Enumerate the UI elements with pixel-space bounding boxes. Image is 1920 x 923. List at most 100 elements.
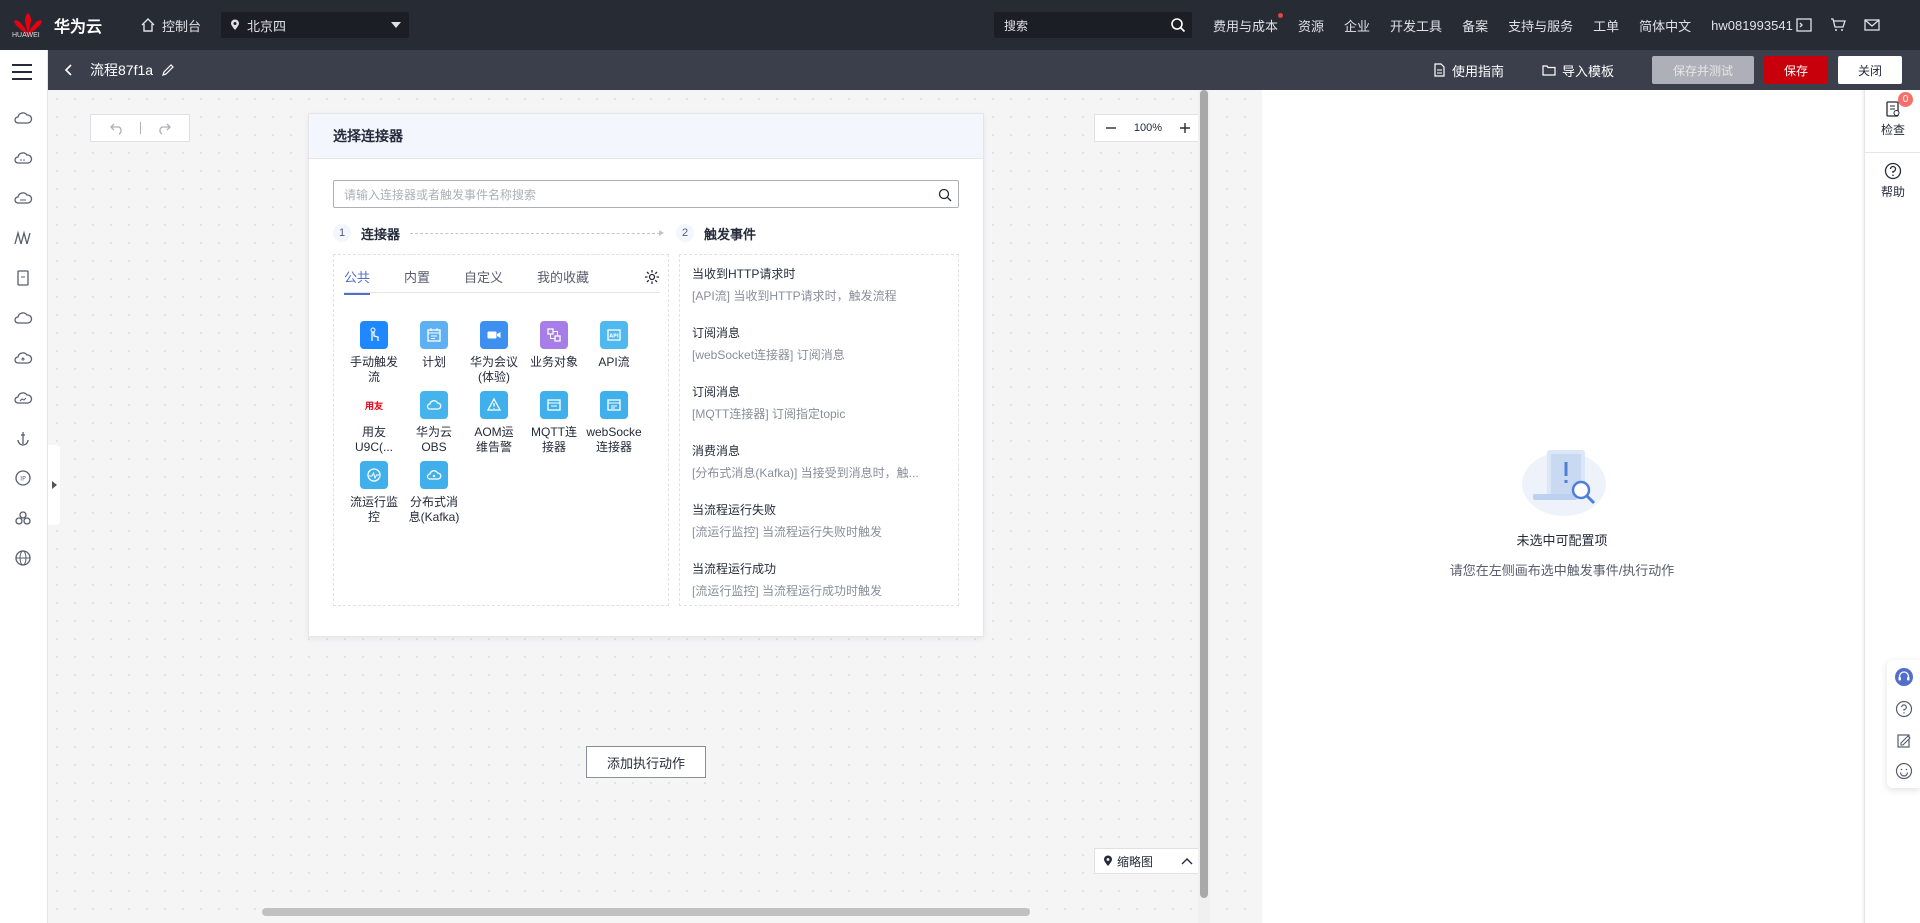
- event-item-flow-succeeded[interactable]: 当流程运行成功 [流运行监控] 当流程运行成功时触发: [692, 560, 948, 599]
- step-arrow: [410, 229, 665, 236]
- right-tool-strip: 0 检查 帮助: [1864, 90, 1920, 923]
- canvas-vertical-scrollbar[interactable]: [1198, 90, 1210, 923]
- nav-link-language[interactable]: 简体中文: [1639, 16, 1691, 35]
- event-item-kafka-consume[interactable]: 消费消息 [分布式消息(Kafka)] 当接受到消息时，触...: [692, 442, 948, 481]
- minimap-label: 缩略图: [1117, 854, 1154, 869]
- scroll-thumb[interactable]: [262, 908, 1030, 916]
- tab-custom[interactable]: 自定义: [464, 259, 503, 294]
- divider: [1865, 152, 1920, 153]
- gear-icon[interactable]: [644, 269, 660, 285]
- connector-flow-monitor[interactable]: 流运行监 控: [346, 461, 402, 525]
- region-selector[interactable]: 北京四: [221, 12, 410, 38]
- connector-aom-alarm[interactable]: AOM运 维告警: [466, 391, 522, 455]
- bridge-icon[interactable]: [13, 228, 33, 248]
- connector-huawei-meeting[interactable]: 华为会议 (体验): [466, 321, 522, 385]
- cloud-compute-icon[interactable]: [13, 148, 33, 168]
- close-button[interactable]: 关闭: [1838, 56, 1902, 84]
- tab-builtin[interactable]: 内置: [404, 259, 430, 294]
- event-title: 消费消息: [692, 444, 741, 458]
- event-item-websocket-subscribe[interactable]: 订阅消息 [webSocket连接器] 订阅消息: [692, 324, 948, 363]
- nav-link-billing[interactable]: 费用与成本: [1213, 12, 1284, 35]
- nav-link-support[interactable]: 支持与服务: [1508, 16, 1573, 35]
- mail-icon[interactable]: [1864, 18, 1880, 32]
- event-item-mqtt-subscribe[interactable]: 订阅消息 [MQTT连接器] 订阅指定topic: [692, 383, 948, 422]
- huawei-cloud-logo[interactable]: 华为云 HUAWEI: [0, 9, 140, 41]
- cloud-upload-icon[interactable]: [13, 348, 33, 368]
- save-button[interactable]: 保存: [1764, 56, 1828, 84]
- connector-huawei-obs[interactable]: 华为云 OBS: [406, 391, 462, 455]
- top-nav: 华为云 HUAWEI 控制台 北京四 搜索 费用与成本 资源 企业 开发工具 备…: [0, 0, 1920, 50]
- flow-editor-header: 流程87f1a 使用指南 导入模板 保存并测试 保存 关闭: [48, 50, 1920, 90]
- event-item-http-request[interactable]: 当收到HTTP请求时 [API流] 当收到HTTP请求时，触发流程: [692, 265, 948, 304]
- connector-business-object[interactable]: 业务对象: [526, 321, 582, 370]
- back-arrow-icon[interactable]: [62, 63, 76, 77]
- cart-icon[interactable]: [1830, 18, 1846, 32]
- satisfaction-smile-icon[interactable]: [1895, 762, 1913, 780]
- svg-text:IP: IP: [20, 476, 26, 483]
- undo-redo-toolbar: [90, 114, 190, 142]
- connector-websocket[interactable]: webSocke 连接器: [586, 391, 642, 455]
- edit-pencil-icon[interactable]: [161, 63, 175, 77]
- tab-public[interactable]: 公共: [344, 259, 371, 295]
- nav-link-icp[interactable]: 备案: [1462, 16, 1488, 35]
- chevron-down-icon: [391, 22, 402, 28]
- feedback-edit-icon[interactable]: [1895, 732, 1913, 750]
- cluster-icon[interactable]: [13, 508, 33, 528]
- connector-api-flow[interactable]: API API流: [586, 321, 642, 370]
- redo-icon[interactable]: [156, 121, 172, 135]
- question-icon[interactable]: [1895, 700, 1913, 718]
- user-guide-link[interactable]: 使用指南: [1433, 61, 1504, 80]
- connector-kafka[interactable]: 分布式消 息(Kafka): [406, 461, 462, 525]
- nav-link-label: 费用与成本: [1213, 18, 1279, 34]
- search-icon[interactable]: [938, 188, 952, 202]
- zoom-out-icon[interactable]: [1105, 122, 1117, 134]
- add-action-button[interactable]: 添加执行动作: [586, 746, 706, 778]
- customer-service-icon[interactable]: [1895, 668, 1913, 686]
- save-and-test-button[interactable]: 保存并测试: [1652, 56, 1754, 84]
- zoom-in-icon[interactable]: [1179, 122, 1191, 134]
- flow-name: 流程87f1a: [90, 62, 154, 78]
- globe-icon[interactable]: [13, 548, 33, 568]
- connector-mqtt[interactable]: MQTT连 接器: [526, 391, 582, 455]
- nav-link-account[interactable]: hw081993541: [1711, 18, 1793, 33]
- event-title: 当流程运行成功: [692, 562, 777, 576]
- nav-link-ticket[interactable]: 工单: [1593, 16, 1619, 35]
- folder-icon: [1542, 65, 1556, 76]
- connector-manual-trigger[interactable]: 手动触发 流: [346, 321, 402, 385]
- brand-sub: HUAWEI: [12, 32, 40, 39]
- connector-label: MQTT连 接器: [531, 425, 577, 454]
- tab-favorites[interactable]: 我的收藏: [537, 259, 589, 294]
- cloud-monitor-icon[interactable]: [13, 388, 33, 408]
- zoom-control: 100%: [1094, 114, 1202, 142]
- expand-panel-handle[interactable]: [48, 445, 60, 525]
- event-title: 当流程运行失败: [692, 503, 777, 517]
- scroll-thumb[interactable]: [1200, 90, 1208, 898]
- document-icon[interactable]: [13, 268, 33, 288]
- nav-link-resources[interactable]: 资源: [1298, 16, 1324, 35]
- zoom-level: 100%: [1133, 122, 1163, 134]
- cloud-icon[interactable]: [13, 308, 33, 328]
- undo-icon[interactable]: [109, 121, 125, 135]
- global-search-input[interactable]: 搜索: [994, 12, 1192, 38]
- connector-search-input[interactable]: 请输入连接器或者触发事件名称搜索: [333, 180, 959, 208]
- check-button[interactable]: 0 检查: [1865, 92, 1920, 138]
- connector-schedule[interactable]: 计划: [406, 321, 462, 370]
- search-placeholder: 搜索: [1004, 18, 1029, 33]
- minimap-toggle[interactable]: 缩略图: [1094, 848, 1202, 874]
- nav-link-dev-tools[interactable]: 开发工具: [1390, 16, 1442, 35]
- nav-link-enterprise[interactable]: 企业: [1344, 16, 1370, 35]
- cloud-network-icon[interactable]: [13, 188, 33, 208]
- help-button[interactable]: 帮助: [1865, 162, 1920, 200]
- step-2-number: 2: [676, 224, 695, 242]
- cloud-service-icon[interactable]: [13, 108, 33, 128]
- event-item-flow-failed[interactable]: 当流程运行失败 [流运行监控] 当流程运行失败时触发: [692, 501, 948, 540]
- console-link[interactable]: 控制台: [140, 16, 201, 35]
- canvas-horizontal-scrollbar[interactable]: [48, 906, 1198, 918]
- search-icon[interactable]: [1170, 17, 1186, 33]
- menu-icon[interactable]: [12, 64, 32, 80]
- connector-yonyou-u9c[interactable]: 用友 用友 U9C(...: [346, 391, 402, 455]
- anchor-icon[interactable]: [13, 428, 33, 448]
- import-template-link[interactable]: 导入模板: [1542, 61, 1614, 80]
- ip-icon[interactable]: IP: [13, 468, 33, 488]
- terminal-icon[interactable]: [1796, 18, 1812, 32]
